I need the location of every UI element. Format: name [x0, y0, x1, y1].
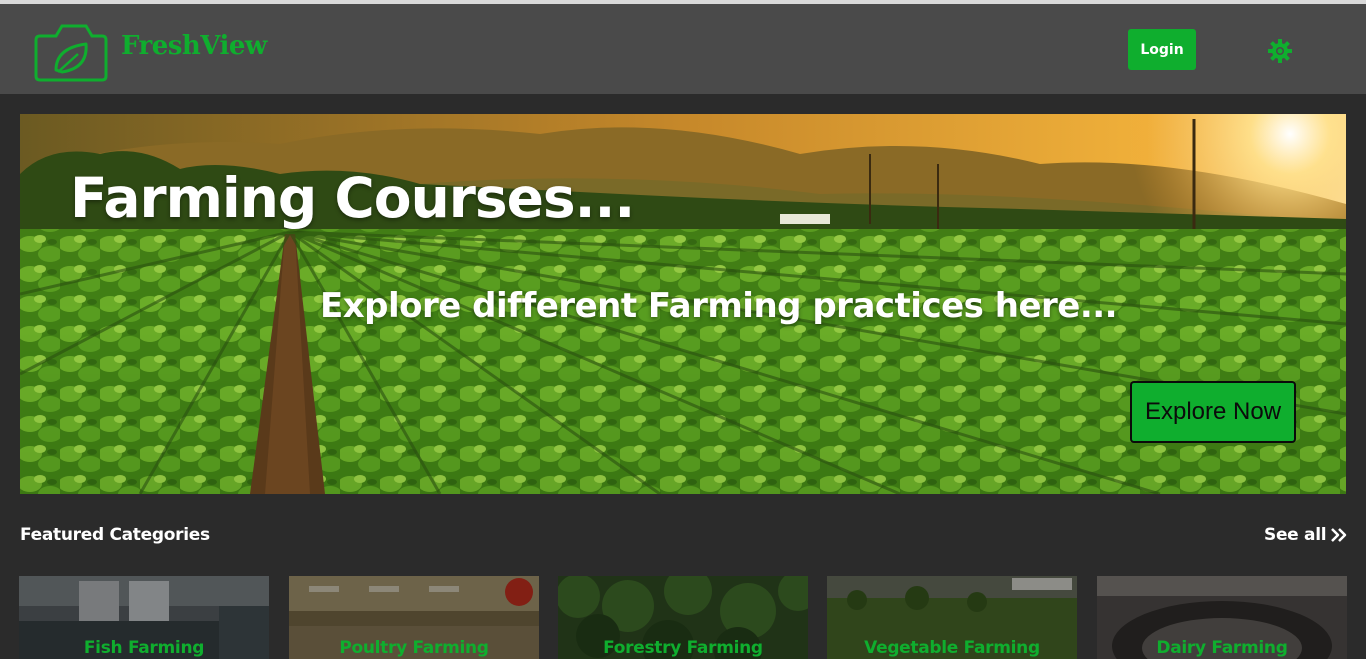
- category-card-forestry[interactable]: Forestry Farming: [558, 576, 808, 659]
- gear-icon[interactable]: [1266, 37, 1294, 65]
- category-label: Dairy Farming: [1156, 638, 1288, 658]
- see-all-link[interactable]: See all: [1264, 525, 1348, 545]
- category-card-vegetable[interactable]: Vegetable Farming: [827, 576, 1077, 659]
- category-card-poultry[interactable]: Poultry Farming: [289, 576, 539, 659]
- hero-title: Farming Courses...: [70, 166, 635, 230]
- category-card-fish[interactable]: Fish Farming: [19, 576, 269, 659]
- category-card-dairy[interactable]: Dairy Farming: [1097, 576, 1347, 659]
- navbar: FreshView Login: [0, 4, 1366, 94]
- category-label: Fish Farming: [83, 638, 205, 658]
- featured-categories-title: Featured Categories: [20, 525, 210, 545]
- hero-banner: Farming Courses... Explore different Far…: [20, 114, 1346, 494]
- featured-categories-list: Fish Farming Poultry Farming Forestry Fa…: [19, 576, 1349, 659]
- login-button[interactable]: Login: [1128, 29, 1196, 70]
- category-label: Forestry Farming: [603, 638, 763, 658]
- category-label: Poultry Farming: [339, 638, 489, 658]
- category-label: Vegetable Farming: [864, 638, 1040, 658]
- camera-leaf-icon[interactable]: [34, 18, 110, 82]
- see-all-label: See all: [1264, 525, 1327, 545]
- double-chevron-right-icon: [1331, 528, 1347, 542]
- brand-name[interactable]: FreshView: [121, 31, 267, 61]
- hero-subtitle: Explore different Farming practices here…: [320, 286, 1118, 326]
- explore-now-button[interactable]: Explore Now: [1130, 381, 1296, 443]
